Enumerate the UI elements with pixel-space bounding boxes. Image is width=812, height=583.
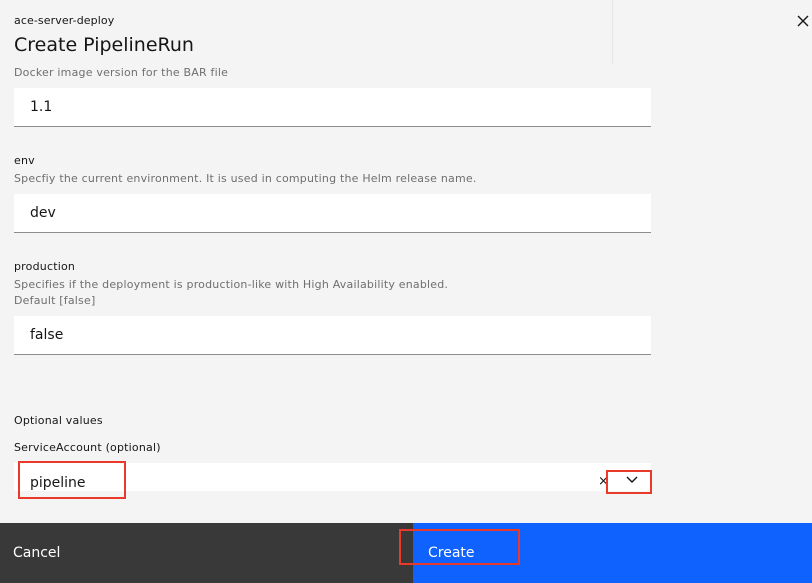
env-helper: Specfiy the current environment. It is u… <box>14 172 477 185</box>
close-button[interactable] <box>794 10 812 30</box>
service-account-label: ServiceAccount (optional) <box>14 441 161 454</box>
clear-selection-icon[interactable]: × <box>598 475 609 489</box>
optional-values-heading: Optional values <box>14 414 103 427</box>
service-account-select[interactable]: pipeline × <box>14 463 651 491</box>
chevron-down-icon[interactable] <box>620 469 644 489</box>
modal-footer: Cancel Create <box>0 523 812 583</box>
env-input[interactable] <box>14 194 651 233</box>
divider <box>612 0 613 64</box>
create-button[interactable]: Create <box>413 523 812 583</box>
production-default-note: Default [false] <box>14 294 96 307</box>
modal-title: Create PipelineRun <box>14 34 194 56</box>
env-label: env <box>14 154 35 167</box>
image-version-helper: Docker image version for the BAR file <box>14 66 229 79</box>
modal-subtitle: ace-server-deploy <box>14 14 115 27</box>
production-helper: Specifies if the deployment is productio… <box>14 278 449 291</box>
close-icon <box>797 15 809 27</box>
production-label: production <box>14 260 76 273</box>
create-pipelinerun-modal: ace-server-deploy Create PipelineRun Doc… <box>0 0 812 583</box>
cancel-button[interactable]: Cancel <box>0 523 413 583</box>
production-input[interactable] <box>14 316 651 355</box>
service-account-value[interactable]: pipeline <box>30 475 86 491</box>
image-version-input[interactable] <box>14 88 651 127</box>
